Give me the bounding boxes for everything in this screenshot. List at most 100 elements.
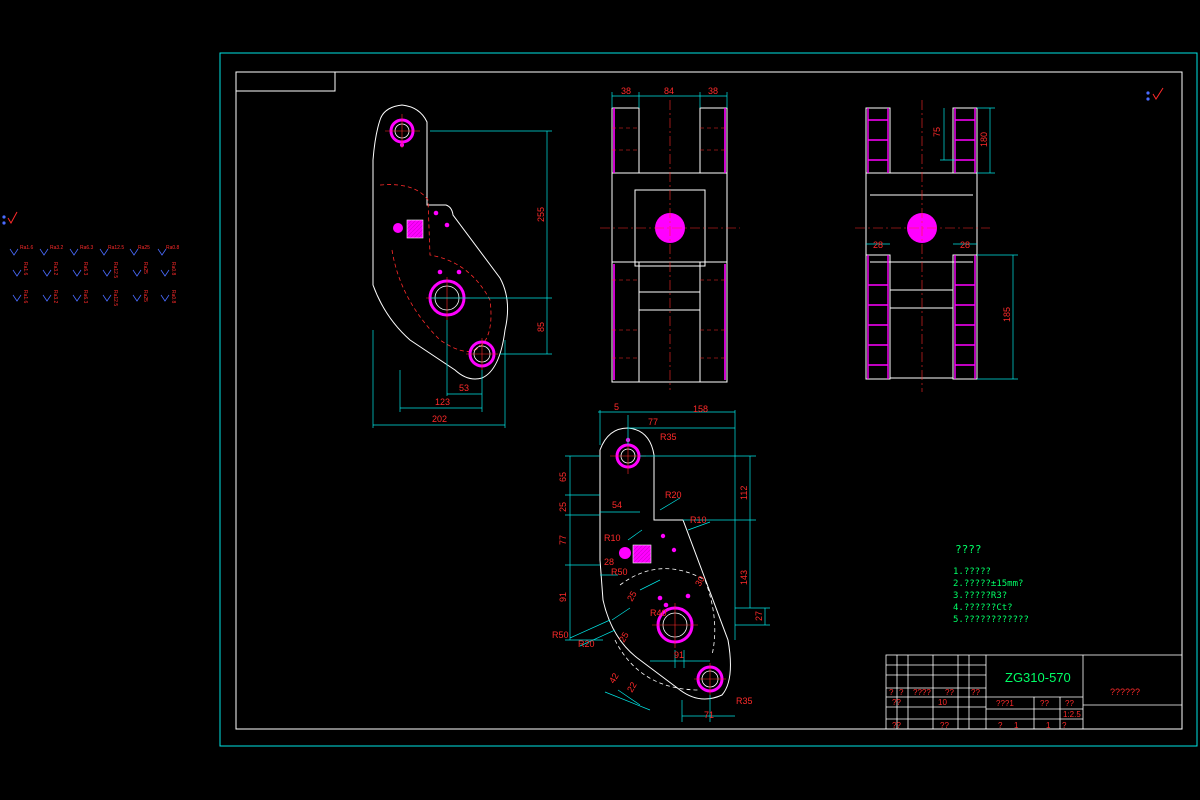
- dim-label: R10: [604, 533, 621, 543]
- dim-label: 158: [693, 404, 708, 414]
- dim-label: 5: [614, 402, 619, 412]
- dim-label: 30: [693, 574, 707, 588]
- roughness-label: Ra12.5: [112, 262, 118, 278]
- part-outline: [599, 427, 731, 700]
- boss-section: [632, 544, 652, 564]
- dim-label: 38: [708, 86, 718, 96]
- tb-cell: 10: [938, 698, 947, 707]
- tb-cell: ?: [1062, 721, 1067, 730]
- roughness-label: Ra0.8: [170, 262, 176, 276]
- roughness-label: Ra25: [138, 245, 150, 251]
- dim-label: 28: [873, 240, 883, 250]
- roughness-label: Ra6.3: [80, 245, 94, 251]
- dim-label: R10: [690, 515, 707, 525]
- tb-cell: 1:2.5: [1063, 710, 1081, 719]
- symbols-panel: Ra1.6 Ra3.2 Ra6.3 Ra12.5 Ra25 Ra0.8 Ra1.…: [2, 211, 180, 306]
- roughness-label: Ra12.5: [112, 290, 118, 306]
- dim-label: 123: [435, 397, 450, 407]
- tb-cell: ??: [940, 721, 949, 730]
- roughness-label: Ra1.6: [20, 245, 34, 251]
- note-line: 2.?????±15mm?: [953, 579, 1023, 589]
- sheet-inner-border: [235, 71, 1183, 730]
- dim-label: R20: [665, 490, 682, 500]
- dim-label: 53: [459, 383, 469, 393]
- roughness-label: Ra0.8: [170, 290, 176, 304]
- roughness-label: Ra1.6: [22, 290, 28, 304]
- dim-label: 75: [932, 127, 942, 137]
- dim-label: 91: [558, 592, 568, 602]
- roughness-label: Ra1.6: [22, 262, 28, 276]
- front-view: 255 85 53 123 202: [372, 104, 552, 428]
- section-view: 5 77 158 R35 R20 R10 R10 112 65 54 25 77…: [552, 402, 770, 722]
- technical-notes: ???? 1.????? 2.?????±15mm? 3.?????R3? 4.…: [953, 543, 1029, 625]
- tb-cell: 1: [1046, 721, 1051, 730]
- tb-cell: ????: [913, 688, 931, 697]
- tb-cell: 1: [1014, 721, 1019, 730]
- dim-label: 180: [979, 132, 989, 147]
- material-text: ZG310-570: [1005, 670, 1071, 685]
- dim-label: 77: [648, 417, 658, 427]
- title-block: ZG310-570 ?????? ? ? ???? ?? ?? ?? 10 ??…: [885, 654, 1183, 730]
- corner-code-box: [235, 71, 336, 92]
- dim-label: 85: [536, 322, 546, 332]
- dim-label: R35: [660, 432, 677, 442]
- dim-label: 77: [558, 535, 568, 545]
- roughness-label: Ra3.2: [52, 262, 58, 276]
- dim-label: 28: [604, 557, 614, 567]
- note-line: 1.?????: [953, 567, 991, 577]
- roughness-label: Ra25: [142, 262, 148, 274]
- dim-label: R20: [578, 639, 595, 649]
- dim-label: 38: [621, 86, 631, 96]
- drawing-canvas: Ra1.6 Ra3.2 Ra6.3 Ra12.5 Ra25 Ra0.8 Ra1.…: [2, 52, 1198, 747]
- dim-label: 42: [607, 671, 621, 685]
- dim-label: 27: [754, 611, 764, 621]
- checkmark-icon: [1152, 87, 1164, 100]
- tb-cell: ??: [892, 721, 901, 730]
- dim-label: R50: [552, 630, 569, 640]
- side-view: 75 180 28 28 185: [855, 100, 1018, 392]
- note-line: 4.??????Ct?: [953, 603, 1013, 613]
- boss-section: [406, 219, 424, 239]
- dim-label: 185: [1002, 307, 1012, 322]
- tb-cell: ??: [892, 698, 901, 707]
- tb-cell: ???1: [996, 699, 1014, 708]
- dim-label: 22: [625, 680, 639, 694]
- note-line: 5.????????????: [953, 615, 1029, 625]
- dim-label: 143: [739, 570, 749, 585]
- dim-label: 65: [558, 472, 568, 482]
- roughness-symbol-icon: [1146, 91, 1150, 101]
- top-view: 38 84 38: [600, 86, 740, 390]
- dim-label: 91: [674, 650, 684, 660]
- dim-label: R50: [611, 567, 628, 577]
- dim-label: 255: [536, 207, 546, 222]
- roughness-label: Ra0.8: [166, 245, 180, 251]
- roughness-label: Ra12.5: [108, 245, 124, 251]
- dim-label: 28: [960, 240, 970, 250]
- roughness-label: Ra25: [142, 290, 148, 302]
- dim-label: R40: [650, 608, 667, 618]
- tb-cell: ??: [1040, 699, 1049, 708]
- dim-label: 71: [704, 710, 714, 720]
- part-name-text: ??????: [1110, 687, 1140, 697]
- roughness-label: Ra3.2: [52, 290, 58, 304]
- dim-label: 112: [739, 486, 749, 500]
- notes-title: ????: [955, 543, 982, 556]
- note-line: 3.?????R3?: [953, 591, 1007, 601]
- dim-label: 84: [664, 86, 674, 96]
- dim-label: 25: [625, 589, 639, 603]
- dim-label: 25: [558, 502, 568, 512]
- tb-cell: ??: [971, 688, 980, 697]
- roughness-label: Ra6.3: [82, 290, 88, 304]
- tb-cell: ?: [889, 688, 894, 697]
- sheet-outer-border: [219, 52, 1198, 747]
- roughness-label: Ra3.2: [50, 245, 64, 251]
- roughness-label: Ra6.3: [82, 262, 88, 276]
- tb-cell: ??: [945, 688, 954, 697]
- dim-label: 202: [432, 414, 447, 424]
- tb-cell: ?: [899, 688, 904, 697]
- dim-label: 25: [617, 630, 631, 644]
- part-outline: [372, 104, 509, 380]
- tb-cell: ?: [998, 721, 1003, 730]
- hidden-line: [379, 184, 492, 351]
- dim-label: R35: [736, 696, 753, 706]
